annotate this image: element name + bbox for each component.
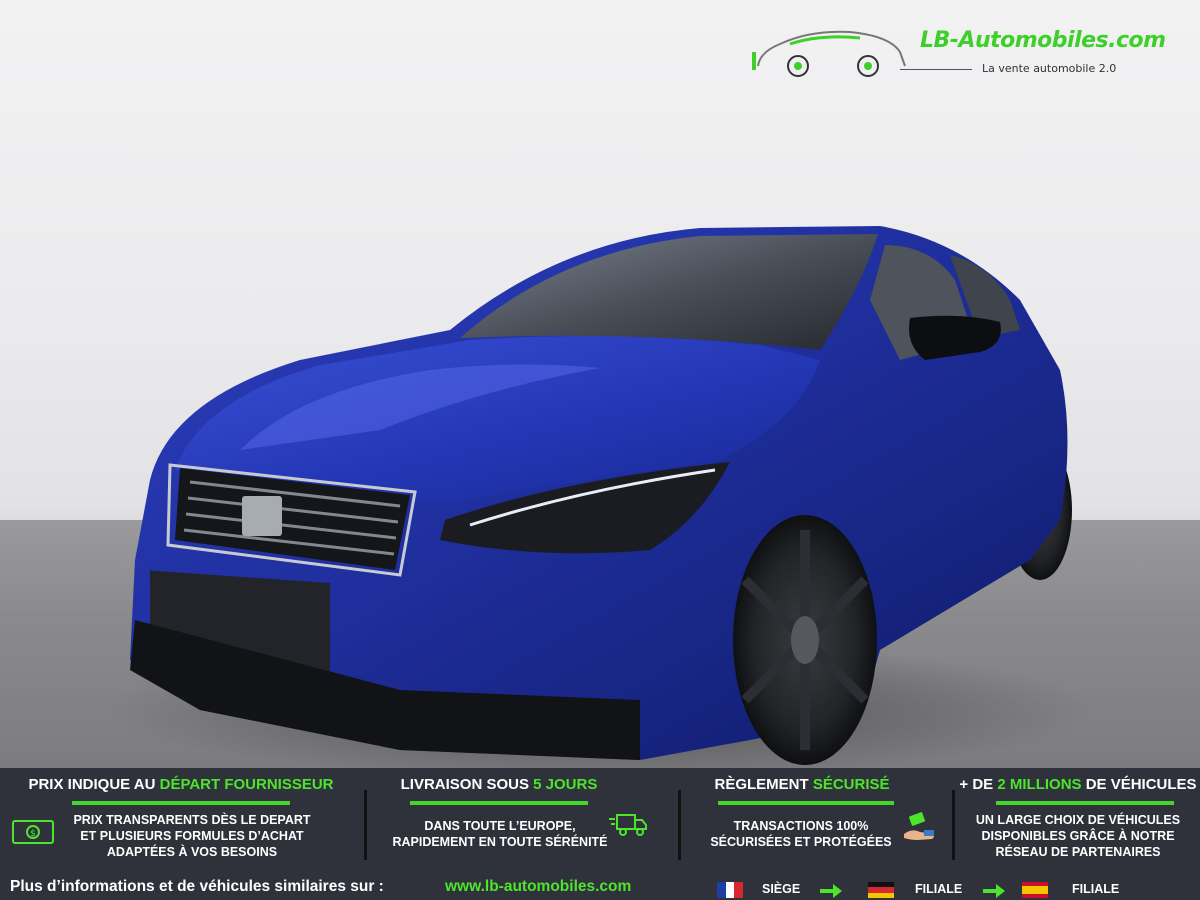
feature-title-suffix: DE VÉHICULES: [1081, 776, 1197, 793]
car-photo: LB-Automobiles.com La vente automobile 2…: [0, 0, 1200, 768]
banner-divider: [364, 790, 367, 860]
delivery-truck-icon: [609, 814, 647, 836]
logo-divider: [900, 69, 972, 70]
banner-divider: [952, 790, 955, 860]
feature-title: + DE 2 MILLIONS DE VÉHICULES: [956, 776, 1200, 793]
feature-line: RAPIDEMENT EN TOUTE SÉRÉNITÉ: [392, 835, 608, 849]
feature-title: PRIX INDIQUE AU DÉPART FOURNISSEUR: [0, 776, 362, 793]
feature-title-prefix: PRIX INDIQUE AU: [28, 776, 160, 793]
feature-title-prefix: RÈGLEMENT: [714, 776, 813, 793]
brand-name: LB-Automobiles.com: [920, 28, 1166, 53]
feature-title-highlight: 2 MILLIONS: [997, 776, 1082, 793]
brand-tagline: La vente automobile 2.0: [982, 62, 1117, 75]
feature-description: TRANSACTIONS 100% SÉCURISÉES ET PROTÉGÉE…: [708, 818, 894, 850]
banner-divider: [678, 790, 681, 860]
svg-text:$: $: [30, 829, 36, 839]
feature-payment: RÈGLEMENT SÉCURISÉ TRANSACTIONS 100% SÉC…: [682, 768, 952, 868]
feature-price: PRIX INDIQUE AU DÉPART FOURNISSEUR $ PRI…: [0, 768, 362, 868]
blue-hatchback-car: [130, 226, 1072, 765]
feature-line: ET PLUSIEURS FORMULES D’ACHAT: [80, 829, 304, 843]
location-label: FILIALE: [1072, 882, 1120, 896]
footer: Plus d’informations et de véhicules simi…: [0, 874, 1200, 900]
feature-line: UN LARGE CHOIX DE VÉHICULES: [975, 813, 1181, 827]
feature-line: TRANSACTIONS 100%: [733, 819, 869, 833]
feature-description: UN LARGE CHOIX DE VÉHICULES DISPONIBLES …: [956, 812, 1200, 860]
feature-delivery: LIVRAISON SOUS 5 JOURS DANS TOUTE L’EURO…: [368, 768, 680, 868]
feature-line: ADAPTÉES À VOS BESOINS: [106, 845, 278, 859]
feature-underline: [718, 801, 894, 805]
footer-text: Plus d’informations et de véhicules simi…: [10, 878, 384, 895]
feature-line: SÉCURISÉES ET PROTÉGÉES: [710, 835, 892, 849]
brand-logo[interactable]: LB-Automobiles.com La vente automobile 2…: [750, 22, 1200, 82]
feature-line: RÉSEAU DE PARTENAIRES: [995, 845, 1161, 859]
location-label: SIÈGE: [762, 882, 801, 896]
germany-flag-icon: [868, 882, 894, 898]
feature-title-prefix: LIVRAISON SOUS: [400, 776, 534, 793]
feature-title-highlight: SÉCURISÉ: [812, 776, 890, 793]
feature-title-prefix: + DE: [959, 776, 998, 793]
money-icon: $: [12, 820, 54, 844]
spain-flag-icon: [1022, 882, 1048, 898]
website-link[interactable]: www.lb-automobiles.com: [445, 878, 631, 896]
info-banner: PRIX INDIQUE AU DÉPART FOURNISSEUR $ PRI…: [0, 768, 1200, 900]
logo-car-icon: [752, 30, 906, 77]
feature-title: RÈGLEMENT SÉCURISÉ: [682, 776, 922, 793]
feature-underline: [72, 801, 290, 805]
feature-underline: [410, 801, 588, 805]
feature-title-highlight: DÉPART FOURNISSEUR: [159, 776, 334, 793]
feature-line: PRIX TRANSPARENTS DÈS LE DEPART: [73, 813, 311, 827]
feature-vehicles: + DE 2 MILLIONS DE VÉHICULES UN LARGE CH…: [956, 768, 1200, 868]
feature-line: DANS TOUTE L’EUROPE,: [424, 819, 576, 833]
feature-description: DANS TOUTE L’EUROPE, RAPIDEMENT EN TOUTE…: [380, 818, 620, 850]
arrow-right-icon: [820, 884, 842, 898]
feature-title: LIVRAISON SOUS 5 JOURS: [368, 776, 630, 793]
feature-line: DISPONIBLES GRÂCE À NOTRE: [981, 829, 1175, 843]
feature-underline: [996, 801, 1174, 805]
feature-title-highlight: 5 JOURS: [533, 776, 598, 793]
location-label: FILIALE: [915, 882, 963, 896]
payment-hand-icon: [904, 812, 934, 840]
arrow-right-icon: [983, 884, 1005, 898]
france-flag-icon: [717, 882, 743, 898]
feature-description: PRIX TRANSPARENTS DÈS LE DEPART ET PLUSI…: [62, 812, 322, 860]
